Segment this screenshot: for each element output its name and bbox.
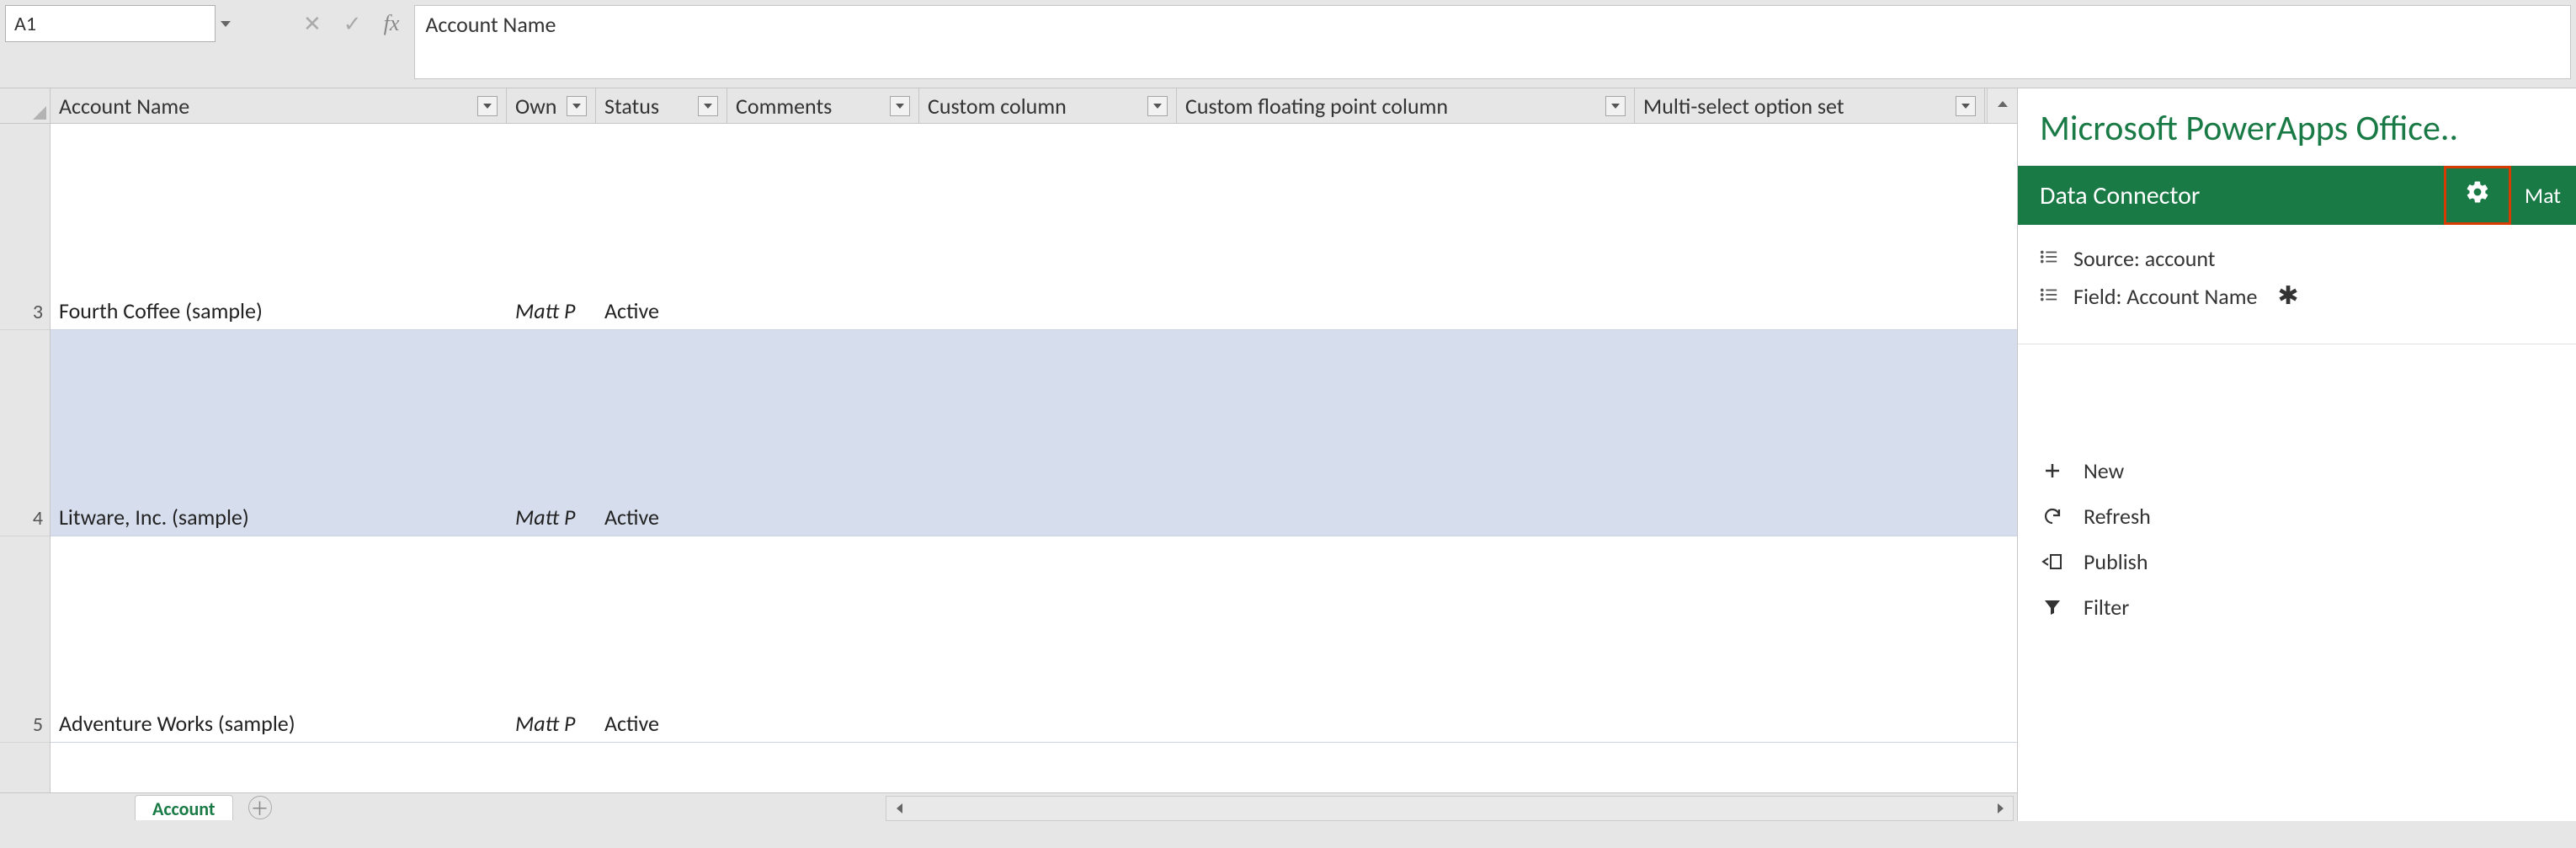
name-box[interactable]: A1: [5, 5, 216, 42]
filter-button[interactable]: Filter: [2040, 594, 2554, 621]
cancel-formula-icon[interactable]: ✕: [303, 10, 322, 37]
action-label: Filter: [2084, 594, 2129, 621]
sheet-tab-account[interactable]: Account: [135, 795, 233, 820]
horizontal-scrollbar[interactable]: [886, 796, 2014, 821]
cell-account[interactable]: Litware, Inc. (sample): [51, 504, 507, 536]
action-label: New: [2084, 457, 2124, 484]
col-custom-float[interactable]: Custom floating point column: [1177, 88, 1635, 124]
panel-title: Microsoft PowerApps Office..: [2018, 88, 2576, 166]
col-status[interactable]: Status: [596, 88, 727, 124]
cell-float[interactable]: [1177, 531, 1635, 536]
cell-comments[interactable]: [727, 324, 919, 329]
fx-icon[interactable]: fx: [384, 11, 400, 36]
data-connector-bar: Data Connector Mat: [2018, 166, 2576, 225]
col-custom[interactable]: Custom column: [919, 88, 1177, 124]
field-label: Field: Account Name: [2073, 283, 2257, 310]
col-multi-select[interactable]: Multi-select option set: [1635, 88, 1985, 124]
new-button[interactable]: New: [2040, 457, 2554, 484]
row-header[interactable]: 5: [0, 536, 50, 743]
cell-status[interactable]: Active: [596, 297, 727, 329]
filter-dropdown-icon[interactable]: [1956, 96, 1976, 116]
formula-input[interactable]: Account Name: [414, 5, 2571, 79]
refresh-button[interactable]: Refresh: [2040, 503, 2554, 530]
powerapps-side-panel: Microsoft PowerApps Office.. Data Connec…: [2017, 88, 2576, 821]
filter-dropdown-icon[interactable]: [567, 96, 587, 116]
cell-float[interactable]: [1177, 737, 1635, 742]
cell-account[interactable]: Adventure Works (sample): [51, 710, 507, 742]
table-row[interactable]: Adventure Works (sample) Matt P Active: [51, 536, 2017, 743]
data-connector-label: Data Connector: [2040, 180, 2444, 211]
accept-formula-icon[interactable]: ✓: [343, 10, 362, 37]
filter-icon: [2040, 597, 2065, 617]
add-sheet-button[interactable]: ＋: [248, 796, 272, 819]
publish-button[interactable]: Publish: [2040, 548, 2554, 575]
col-account-name[interactable]: Account Name: [51, 88, 507, 124]
table-row[interactable]: Litware, Inc. (sample) Matt P Active: [51, 330, 2017, 536]
table-row[interactable]: Fourth Coffee (sample) Matt P Active: [51, 124, 2017, 330]
formula-controls: ✕ ✓ fx: [303, 5, 399, 42]
cell-comments[interactable]: [727, 531, 919, 536]
cell-multi[interactable]: [1635, 324, 1985, 329]
source-label: Source: account: [2073, 245, 2216, 272]
filter-dropdown-icon[interactable]: [1147, 96, 1168, 116]
col-comments[interactable]: Comments: [727, 88, 919, 124]
row-header[interactable]: 4: [0, 330, 50, 536]
required-asterisk-icon: ✱: [2277, 280, 2298, 312]
spreadsheet-grid: 3 4 5 Account Name Own Status: [0, 88, 2017, 821]
filter-dropdown-icon[interactable]: [698, 96, 718, 116]
refresh-icon: [2040, 506, 2065, 526]
user-label: Mat: [2525, 182, 2561, 209]
scroll-right-icon[interactable]: [1988, 803, 2013, 813]
cell-reference: A1: [14, 12, 206, 36]
cell-owner[interactable]: Matt P: [507, 710, 596, 742]
cell-multi[interactable]: [1635, 531, 1985, 536]
settings-button[interactable]: [2444, 166, 2511, 225]
scroll-up-icon[interactable]: [1988, 88, 2018, 119]
actions-list: New Refresh Publish Filter: [2018, 437, 2576, 659]
formula-bar: A1 ✕ ✓ fx Account Name: [0, 0, 2576, 88]
name-box-dropdown[interactable]: [216, 5, 236, 42]
vertical-scrollbar[interactable]: [1987, 88, 2017, 123]
cell-status[interactable]: Active: [596, 710, 727, 742]
filter-dropdown-icon[interactable]: [477, 96, 498, 116]
cell-owner[interactable]: Matt P: [507, 504, 596, 536]
cell-custom[interactable]: [919, 324, 1177, 329]
cell-float[interactable]: [1177, 324, 1635, 329]
col-owner[interactable]: Own: [507, 88, 596, 124]
column-header-row: Account Name Own Status Comments: [51, 88, 2017, 124]
sheet-tab-strip: Account ＋: [0, 792, 2017, 821]
cell-custom[interactable]: [919, 737, 1177, 742]
context-info: Source: account Field: Account Name ✱: [2018, 225, 2576, 344]
action-label: Publish: [2084, 548, 2148, 575]
cell-owner[interactable]: Matt P: [507, 297, 596, 329]
row-header-column: 3 4 5: [0, 88, 51, 792]
cell-comments[interactable]: [727, 737, 919, 742]
filter-dropdown-icon[interactable]: [1605, 96, 1626, 116]
filter-dropdown-icon[interactable]: [890, 96, 910, 116]
cell-custom[interactable]: [919, 531, 1177, 536]
cell-status[interactable]: Active: [596, 504, 727, 536]
vscroll-header: [1985, 88, 2017, 124]
row-header[interactable]: 3: [0, 124, 50, 330]
scroll-left-icon[interactable]: [886, 803, 912, 813]
list-icon: [2040, 283, 2058, 310]
formula-text: Account Name: [425, 11, 556, 38]
cell-account[interactable]: Fourth Coffee (sample): [51, 297, 507, 329]
publish-icon: [2040, 552, 2065, 572]
gear-icon: [2465, 179, 2490, 212]
cell-multi[interactable]: [1635, 737, 1985, 742]
select-all-corner[interactable]: [0, 88, 50, 124]
plus-icon: [2040, 461, 2065, 481]
list-icon: [2040, 245, 2058, 272]
action-label: Refresh: [2084, 503, 2151, 530]
